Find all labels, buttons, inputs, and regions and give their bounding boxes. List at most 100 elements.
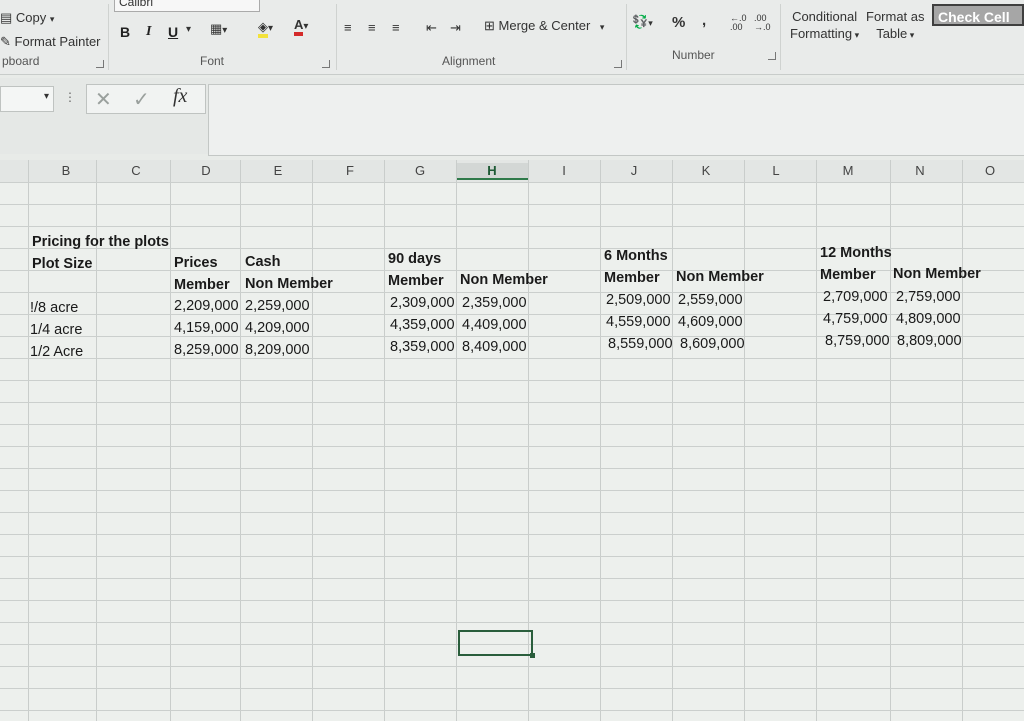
- plot-size-cell[interactable]: !/8 acre: [30, 300, 78, 316]
- table-cell[interactable]: 4,809,000: [896, 311, 961, 327]
- borders-button[interactable]: ▦▾: [210, 21, 227, 37]
- non-member-header[interactable]: Non Member: [245, 276, 333, 292]
- column-header-f[interactable]: F: [340, 163, 360, 178]
- table-cell[interactable]: 4,209,000: [245, 320, 310, 336]
- twelve-months-header[interactable]: 12 Months: [820, 245, 892, 261]
- table-cell[interactable]: 2,359,000: [462, 295, 527, 311]
- alignment-launcher-icon[interactable]: [614, 60, 622, 68]
- grid-line: [0, 380, 1024, 381]
- name-box[interactable]: ▾: [0, 86, 54, 112]
- percent-button[interactable]: %: [672, 14, 685, 31]
- active-cell-cursor[interactable]: [458, 630, 535, 658]
- italic-button[interactable]: I: [146, 24, 151, 40]
- member-header[interactable]: Member: [174, 277, 230, 293]
- sheet-title[interactable]: Pricing for the plots: [32, 234, 169, 250]
- table-cell[interactable]: 4,559,000: [606, 314, 671, 330]
- plot-size-cell[interactable]: 1/4 acre: [30, 322, 82, 338]
- decrease-decimal-button[interactable]: .00 →.0: [754, 14, 771, 32]
- conditional-formatting-button[interactable]: Conditional Formatting ▾: [790, 8, 859, 44]
- decrease-indent-icon: ⇤: [426, 20, 437, 35]
- plot-size-cell[interactable]: 1/2 Acre: [30, 344, 83, 360]
- member-header[interactable]: Member: [388, 273, 444, 289]
- cancel-icon[interactable]: ✕: [95, 87, 112, 112]
- table-cell[interactable]: 2,709,000: [823, 289, 888, 305]
- table-cell[interactable]: 4,359,000: [390, 317, 455, 333]
- clipboard-launcher-icon[interactable]: [96, 60, 104, 68]
- table-cell[interactable]: 8,559,000: [608, 336, 673, 352]
- six-months-header[interactable]: 6 Months: [604, 248, 668, 264]
- table-cell[interactable]: 2,509,000: [606, 292, 671, 308]
- formula-input[interactable]: [208, 84, 1024, 156]
- font-launcher-icon[interactable]: [322, 60, 330, 68]
- table-cell[interactable]: 8,359,000: [390, 339, 455, 355]
- chevron-down-icon: ▾: [599, 22, 605, 32]
- bold-button[interactable]: B: [120, 24, 130, 40]
- column-header-h[interactable]: H: [456, 163, 528, 180]
- column-header-j[interactable]: J: [624, 163, 644, 178]
- column-header-l[interactable]: L: [766, 163, 786, 178]
- column-header-c[interactable]: C: [126, 163, 146, 178]
- copy-button[interactable]: ▤ Copy ▾: [0, 10, 54, 26]
- member-header[interactable]: Member: [604, 270, 660, 286]
- copy-icon: ▤: [0, 10, 13, 25]
- grid-line: [170, 160, 171, 721]
- table-cell[interactable]: 4,159,000: [174, 320, 239, 336]
- table-cell[interactable]: 4,409,000: [462, 317, 527, 333]
- enter-icon[interactable]: ✓: [133, 87, 150, 112]
- merge-center-button[interactable]: ⊞ Merge & Center ▾: [484, 18, 604, 34]
- comma-button[interactable]: ,: [702, 12, 706, 29]
- number-launcher-icon[interactable]: [768, 52, 776, 60]
- table-cell[interactable]: 2,559,000: [678, 292, 743, 308]
- decrease-indent-button[interactable]: ⇤: [426, 20, 437, 36]
- cash-header[interactable]: Cash: [245, 254, 280, 270]
- format-painter-button[interactable]: ✎ Format Painter: [0, 34, 101, 50]
- column-header-o[interactable]: O: [980, 163, 1000, 178]
- table-cell[interactable]: 8,259,000: [174, 342, 239, 358]
- column-header-b[interactable]: B: [56, 163, 76, 178]
- column-header-m[interactable]: M: [838, 163, 858, 178]
- align-center-button[interactable]: ≡: [368, 20, 376, 35]
- insert-function-button[interactable]: fx: [173, 85, 187, 108]
- non-member-header[interactable]: Non Member: [460, 272, 548, 288]
- column-header-i[interactable]: I: [554, 163, 574, 178]
- non-member-header[interactable]: Non Member: [893, 266, 981, 282]
- column-header-e[interactable]: E: [268, 163, 288, 178]
- format-as-table-button[interactable]: Format as Table ▾: [866, 8, 925, 44]
- check-cell-style[interactable]: Check Cell: [932, 4, 1024, 26]
- increase-decimal-button[interactable]: ←.0.00: [730, 14, 747, 32]
- divider: [780, 4, 781, 70]
- prices-header[interactable]: Prices: [174, 255, 218, 271]
- table-cell[interactable]: 2,309,000: [390, 295, 455, 311]
- table-cell[interactable]: 8,759,000: [825, 333, 890, 349]
- member-header[interactable]: Member: [820, 267, 876, 283]
- font-color-button[interactable]: A▾: [294, 17, 308, 36]
- non-member-header[interactable]: Non Member: [676, 269, 764, 285]
- plot-size-header[interactable]: Plot Size: [32, 256, 92, 272]
- number-group-label: Number: [672, 48, 715, 62]
- increase-indent-button[interactable]: ⇥: [450, 20, 461, 36]
- table-cell[interactable]: 4,759,000: [823, 311, 888, 327]
- table-cell[interactable]: 2,209,000: [174, 298, 239, 314]
- table-cell[interactable]: 4,609,000: [678, 314, 743, 330]
- chevron-down-icon[interactable]: ▾: [186, 24, 191, 35]
- worksheet-grid[interactable]: B C D E F G H I J K L M N O Pricing for …: [0, 160, 1024, 721]
- column-header-d[interactable]: D: [196, 163, 216, 178]
- font-name-box[interactable]: Calibri: [114, 0, 260, 12]
- table-cell[interactable]: 2,259,000: [245, 298, 310, 314]
- column-header-n[interactable]: N: [910, 163, 930, 178]
- align-right-button[interactable]: ≡: [392, 20, 400, 35]
- underline-button[interactable]: U: [168, 24, 178, 40]
- table-cell[interactable]: 8,609,000: [680, 336, 745, 352]
- table-cell[interactable]: 8,809,000: [897, 333, 962, 349]
- table-cell[interactable]: 8,409,000: [462, 339, 527, 355]
- column-header-g[interactable]: G: [410, 163, 430, 178]
- table-cell[interactable]: 2,759,000: [896, 289, 961, 305]
- accounting-format-button[interactable]: 💱▾: [632, 14, 653, 30]
- grid-line: [816, 160, 817, 721]
- ninety-days-header[interactable]: 90 days: [388, 251, 441, 267]
- align-left-button[interactable]: ≡: [344, 20, 352, 35]
- grid-line: [0, 490, 1024, 491]
- fill-color-button[interactable]: ◈▾: [258, 19, 273, 38]
- table-cell[interactable]: 8,209,000: [245, 342, 310, 358]
- column-header-k[interactable]: K: [696, 163, 716, 178]
